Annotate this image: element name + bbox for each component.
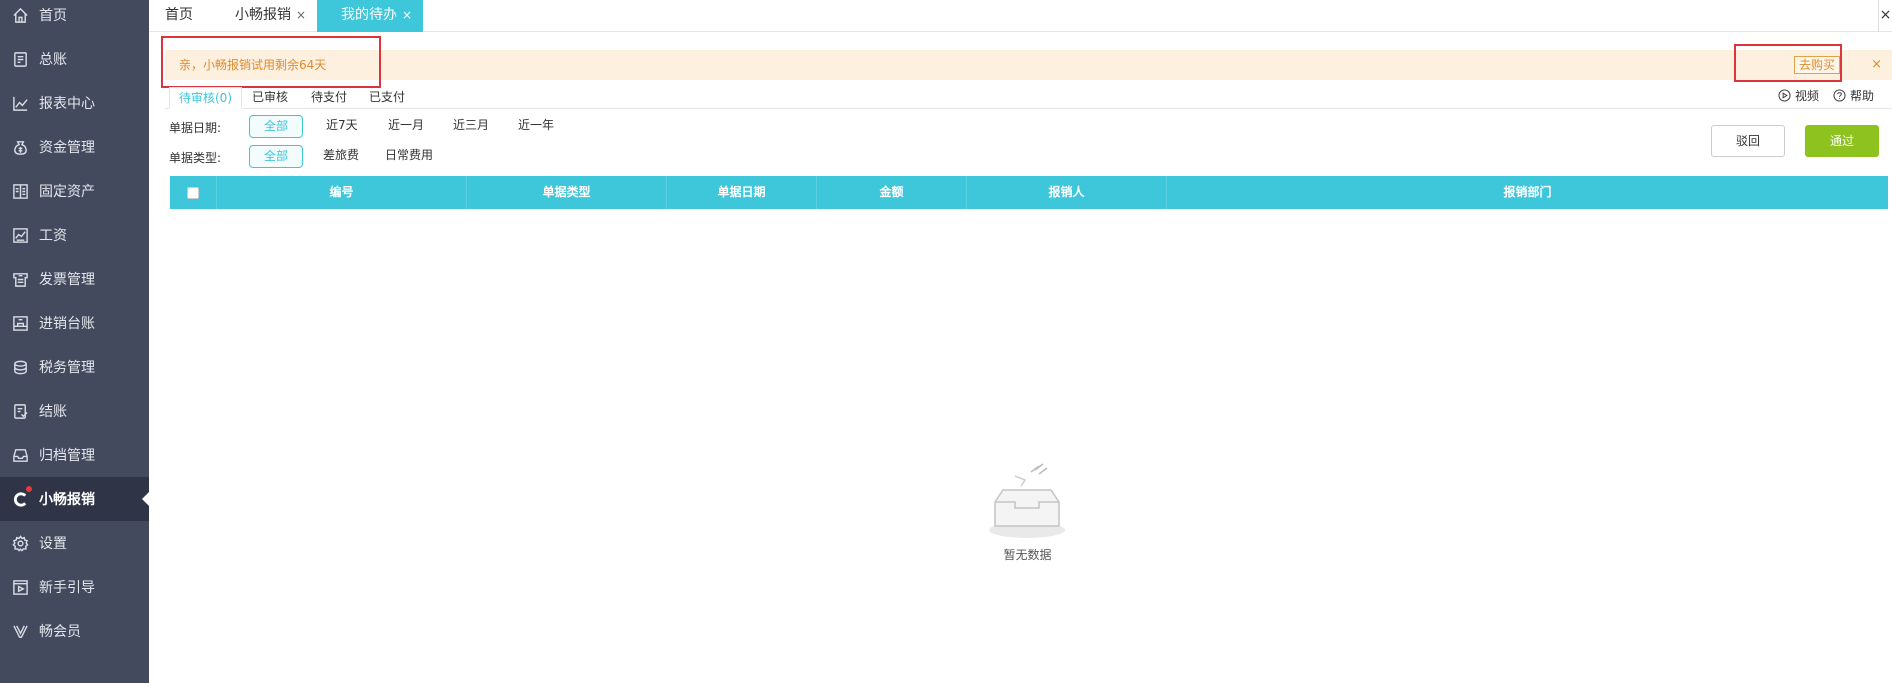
ledger-icon [10, 49, 30, 69]
sidebar-item-label: 新手引导 [39, 580, 95, 596]
sidebar-item-settings[interactable]: 设置 [0, 521, 149, 565]
date-filter-year[interactable]: 近一年 [518, 115, 554, 138]
app-root: 首页 总账 报表中心 资金管理 固定资产 工资 发票管理 进销台账 税务管理 结… [0, 0, 1892, 683]
type-filter-label: 单据类型: [169, 151, 222, 165]
column-header-department[interactable]: 报销部门 [1167, 176, 1888, 209]
sidebar-item-label: 进销台账 [39, 316, 95, 332]
money-bag-icon [10, 137, 30, 157]
home-icon [10, 5, 30, 25]
sidebar-item-label: 畅会员 [39, 624, 81, 640]
status-tabs: 待审核(0) 已审核 待支付 已支付 视频 帮助 [165, 87, 1892, 109]
sidebar-item-ledger[interactable]: 总账 [0, 37, 149, 81]
tab-home[interactable]: 首页 [165, 0, 193, 32]
sidebar-item-label: 发票管理 [39, 272, 95, 288]
notice-close-icon[interactable]: × [1871, 50, 1882, 80]
highlight-box-buy [1734, 44, 1842, 82]
empty-box-icon [989, 463, 1065, 538]
tab-label: 首页 [165, 7, 193, 23]
select-all-cell [170, 176, 217, 209]
play-circle-icon [1778, 89, 1791, 102]
help-link-label: 帮助 [1849, 89, 1874, 103]
sidebar-item-assets[interactable]: 固定资产 [0, 169, 149, 213]
sidebar-item-funds[interactable]: 资金管理 [0, 125, 149, 169]
type-filter-travel[interactable]: 差旅费 [323, 145, 359, 168]
sidebar-item-label: 首页 [39, 8, 67, 24]
date-filter-7days[interactable]: 近7天 [326, 115, 358, 138]
window-close-icon[interactable]: × [1878, 0, 1892, 32]
highlight-box-notice [161, 36, 381, 88]
column-header-type[interactable]: 单据类型 [467, 176, 667, 209]
sidebar-item-inventory[interactable]: 进销台账 [0, 301, 149, 345]
sidebar-item-label: 固定资产 [39, 184, 95, 200]
type-filter-all[interactable]: 全部 [249, 145, 304, 168]
sidebar-item-invoice[interactable]: 发票管理 [0, 257, 149, 301]
notification-dot [26, 486, 32, 492]
tab-label: 小畅报销 [235, 7, 291, 23]
checkout-icon [10, 401, 30, 421]
salary-icon [10, 225, 30, 245]
sidebar-item-label: 资金管理 [39, 140, 95, 156]
column-header-date[interactable]: 单据日期 [667, 176, 817, 209]
subtab-paid[interactable]: 已支付 [369, 87, 405, 109]
tab-my-todo[interactable]: 我的待办 × [317, 0, 423, 32]
type-filter-daily[interactable]: 日常费用 [385, 145, 433, 168]
sidebar-item-reimburse[interactable]: 小畅报销 [0, 477, 149, 521]
sidebar-item-label: 总账 [39, 52, 67, 68]
tab-close-icon[interactable]: × [296, 8, 306, 22]
column-header-claimant[interactable]: 报销人 [967, 176, 1167, 209]
date-filter-label: 单据日期: [169, 121, 222, 135]
question-circle-icon [1833, 89, 1846, 102]
date-filter-month[interactable]: 近一月 [388, 115, 424, 138]
sidebar-item-tax[interactable]: 税务管理 [0, 345, 149, 389]
sidebar-item-archive[interactable]: 归档管理 [0, 433, 149, 477]
guide-icon [10, 577, 30, 597]
help-links: 视频 帮助 [1778, 87, 1874, 104]
table-header: 编号 单据类型 单据日期 金额 报销人 报销部门 [170, 176, 1888, 209]
subtab-pending-payment[interactable]: 待支付 [311, 87, 347, 109]
reimburse-logo-icon [10, 489, 30, 509]
sidebar-item-label: 归档管理 [39, 448, 95, 464]
empty-state: 暂无数据 [985, 460, 1070, 563]
tab-bar: 首页 小畅报销 × 我的待办 × × [149, 0, 1892, 32]
help-link[interactable]: 帮助 [1833, 87, 1874, 104]
chart-icon [10, 93, 30, 113]
tax-icon [10, 357, 30, 377]
video-link[interactable]: 视频 [1778, 87, 1819, 104]
column-header-number[interactable]: 编号 [217, 176, 467, 209]
sidebar-item-salary[interactable]: 工资 [0, 213, 149, 257]
sidebar: 首页 总账 报表中心 资金管理 固定资产 工资 发票管理 进销台账 税务管理 结… [0, 0, 149, 683]
sidebar-item-label: 小畅报销 [39, 492, 95, 508]
sidebar-item-home[interactable]: 首页 [0, 0, 149, 37]
archive-icon [10, 445, 30, 465]
video-link-label: 视频 [1794, 89, 1819, 103]
tab-label: 我的待办 [341, 7, 397, 23]
gear-icon [10, 533, 30, 553]
sidebar-item-guide[interactable]: 新手引导 [0, 565, 149, 609]
column-header-amount[interactable]: 金额 [817, 176, 967, 209]
tab-reimburse[interactable]: 小畅报销 × [235, 0, 306, 32]
sidebar-item-label: 设置 [39, 536, 67, 552]
asset-icon [10, 181, 30, 201]
invoice-icon [10, 269, 30, 289]
tab-close-icon[interactable]: × [402, 8, 412, 22]
subtab-pending-review[interactable]: 待审核(0) [169, 87, 242, 109]
date-filter-3months[interactable]: 近三月 [453, 115, 489, 138]
sidebar-item-label: 税务管理 [39, 360, 95, 376]
sidebar-item-checkout[interactable]: 结账 [0, 389, 149, 433]
inventory-icon [10, 313, 30, 333]
sidebar-item-label: 结账 [39, 404, 67, 420]
date-filter-all[interactable]: 全部 [249, 115, 304, 138]
pass-button[interactable]: 通过 [1805, 125, 1879, 157]
sidebar-item-label: 报表中心 [39, 96, 95, 112]
trial-notice: 亲，小畅报销试用剩余64天 去购买 × [165, 50, 1892, 80]
empty-state-text: 暂无数据 [1003, 548, 1052, 562]
subtab-reviewed[interactable]: 已审核 [252, 87, 288, 109]
sidebar-item-reports[interactable]: 报表中心 [0, 81, 149, 125]
sidebar-item-vip[interactable]: 畅会员 [0, 609, 149, 653]
select-all-checkbox[interactable] [187, 187, 199, 199]
sidebar-item-label: 工资 [39, 228, 67, 244]
vip-icon [10, 621, 30, 641]
reject-button[interactable]: 驳回 [1711, 125, 1785, 157]
